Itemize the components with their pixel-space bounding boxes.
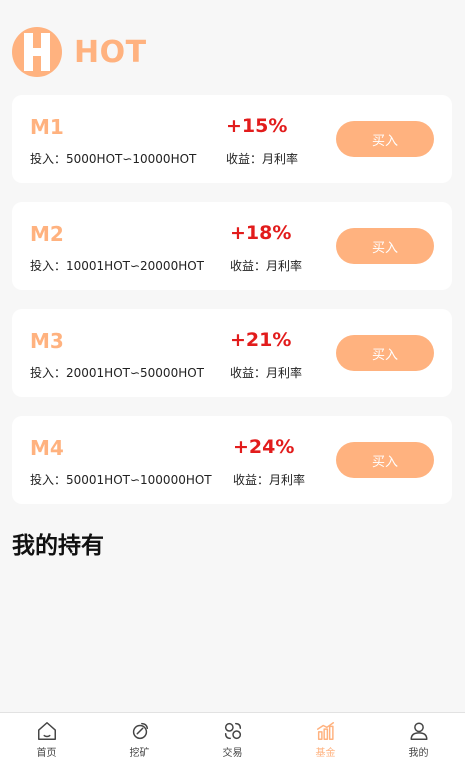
logo-text: HOT <box>74 34 147 70</box>
plan-invest-range: 投入：20001HOT∽50000HOT <box>30 366 205 380</box>
tab-label: 挖矿 <box>129 748 150 759</box>
plan-name: M1 <box>30 115 64 139</box>
plan-income: 收益：月利率 <box>226 152 299 166</box>
plan-rate: +15% <box>226 115 288 137</box>
plan-invest-range: 投入：5000HOT∽10000HOT <box>30 152 197 166</box>
tab-trade[interactable]: 交易 <box>186 713 279 759</box>
plan-income: 收益：月利率 <box>230 259 303 273</box>
plan-card-m1: M1 +15% 投入：5000HOT∽10000HOT 收益：月利率 买入 <box>12 95 452 183</box>
tab-label: 交易 <box>222 748 243 759</box>
plan-card-m2: M2 +18% 投入：10001HOT∽20000HOT 收益：月利率 买入 <box>12 202 452 290</box>
plan-rate: +21% <box>230 329 292 351</box>
tab-home[interactable]: 首页 <box>0 713 93 759</box>
user-icon <box>409 722 428 740</box>
buy-button-m1[interactable]: 买入 <box>336 121 434 157</box>
tab-mining[interactable]: 挖矿 <box>93 713 186 759</box>
plan-invest-range: 投入：10001HOT∽20000HOT <box>30 259 205 273</box>
plan-rate: +24% <box>233 436 295 458</box>
buy-button-m2[interactable]: 买入 <box>336 228 434 264</box>
holdings-title: 我的持有 <box>12 533 104 559</box>
tab-label: 基金 <box>315 748 336 759</box>
plan-name: M3 <box>30 329 64 353</box>
plan-card-m3: M3 +21% 投入：20001HOT∽50000HOT 收益：月利率 买入 <box>12 309 452 397</box>
logo-icon <box>12 27 62 77</box>
pickaxe-icon <box>132 722 148 740</box>
plan-name: M4 <box>30 436 64 460</box>
exchange-icon <box>224 722 241 740</box>
tab-label: 我的 <box>408 748 429 759</box>
tab-label: 首页 <box>36 748 57 759</box>
buy-button-m3[interactable]: 买入 <box>336 335 434 371</box>
plan-income: 收益：月利率 <box>233 473 306 487</box>
tab-profile[interactable]: 我的 <box>372 713 465 759</box>
plan-income: 收益：月利率 <box>230 366 303 380</box>
plan-name: M2 <box>30 222 64 246</box>
header: HOT <box>12 27 147 77</box>
bottom-tab-bar: 首页 挖矿 交易 基金 我的 <box>0 712 465 759</box>
plan-rate: +18% <box>230 222 292 244</box>
home-icon <box>37 722 56 740</box>
plan-card-m4: M4 +24% 投入：50001HOT∽100000HOT 收益：月利率 买入 <box>12 416 452 504</box>
tab-fund[interactable]: 基金 <box>279 713 372 759</box>
buy-button-m4[interactable]: 买入 <box>336 442 434 478</box>
plan-invest-range: 投入：50001HOT∽100000HOT <box>30 473 212 487</box>
chart-icon <box>316 722 334 740</box>
fund-page: HOT M1 +15% 投入：5000HOT∽10000HOT 收益：月利率 买… <box>0 0 465 759</box>
